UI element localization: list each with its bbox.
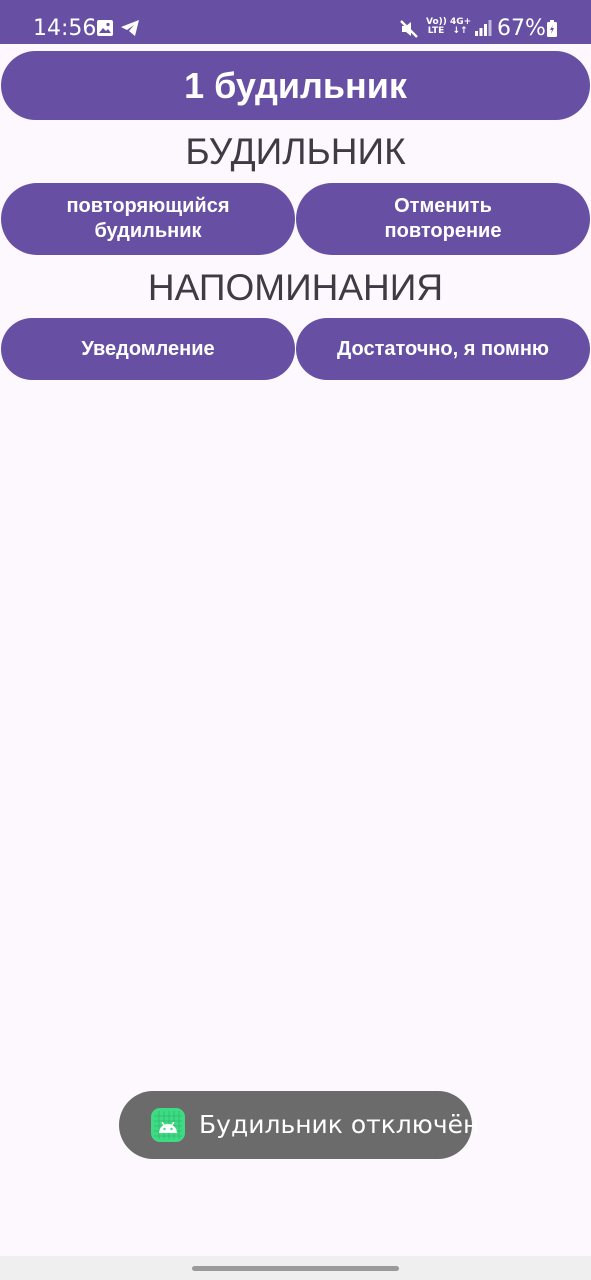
alarm-count-button[interactable]: 1 будильник (1, 51, 590, 120)
telegram-icon (121, 20, 139, 36)
volte-label-bottom: LTE (427, 26, 445, 36)
battery-icon (547, 20, 557, 37)
toast: Будильник отключён (119, 1091, 479, 1159)
notification-button[interactable]: Уведомление (1, 318, 295, 380)
volte-icon: Vo)) LTE (426, 18, 447, 36)
gallery-icon (97, 20, 113, 36)
signal-icon (475, 20, 492, 36)
home-gesture-handle[interactable] (192, 1266, 399, 1271)
cancel-repeat-label: Отменить повторение (384, 195, 502, 242)
battery-percent: 67% (497, 16, 546, 41)
mute-icon (400, 20, 418, 38)
cancel-repeat-button[interactable]: Отменить повторение (296, 183, 590, 255)
network-type-icon: 4G+ ↓↑ (450, 18, 471, 36)
reminders-section-title: НАПОМИНАНИЯ (147, 267, 444, 308)
repeating-alarm-label: повторяющийся будильник (66, 195, 230, 242)
alarm-section-title: БУДИЛЬНИК (185, 131, 406, 172)
status-time: 14:56 (33, 16, 97, 41)
network-arrows: ↓↑ (452, 26, 468, 36)
enough-i-remember-button[interactable]: Достаточно, я помню (296, 318, 590, 380)
toast-message: Будильник отключён (199, 1110, 480, 1139)
status-bar: 14:56 Vo)) LTE 4G+ ↓↑ 67% (0, 0, 591, 44)
navigation-bar (0, 1256, 591, 1280)
repeating-alarm-button[interactable]: повторяющийся будильник (1, 183, 295, 255)
android-app-icon (151, 1108, 185, 1142)
app-screen: 14:56 Vo)) LTE 4G+ ↓↑ 67% 1 будильник БУ… (0, 0, 591, 1280)
